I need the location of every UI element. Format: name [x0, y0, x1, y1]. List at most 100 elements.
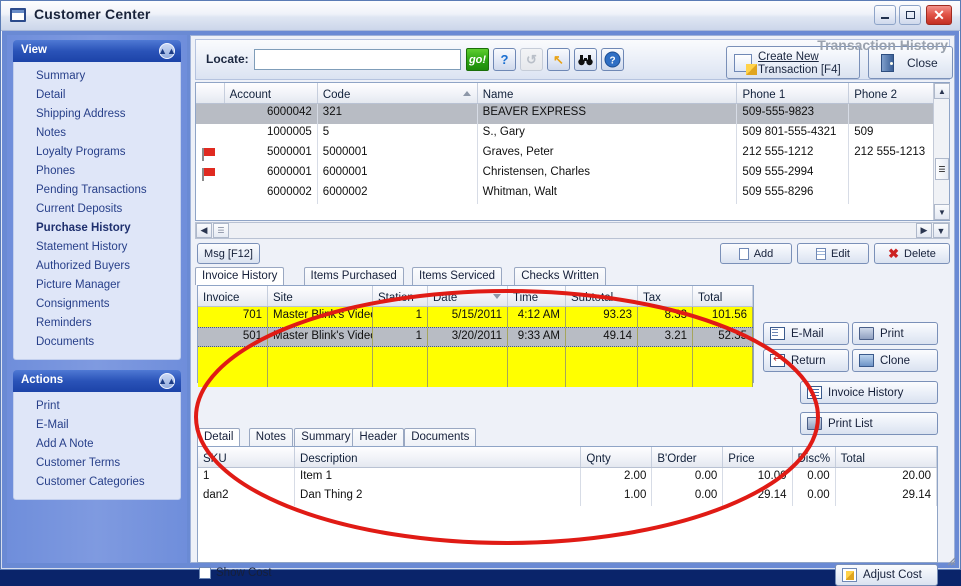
maximize-button[interactable]: [899, 5, 921, 25]
sidebar-item-documents[interactable]: Documents: [14, 333, 180, 352]
minimize-button[interactable]: [874, 5, 896, 25]
msg-button[interactable]: Msg [F12]: [197, 243, 260, 264]
sidebar-item-loyalty-programs[interactable]: Loyalty Programs: [14, 143, 180, 162]
sidebar-item-purchase-history[interactable]: Purchase History: [14, 219, 180, 238]
show-cost-checkbox[interactable]: Show Cost: [199, 567, 272, 579]
column-header-total[interactable]: Total: [693, 286, 753, 306]
column-header-description[interactable]: Description: [295, 447, 582, 467]
add-button[interactable]: Add: [720, 243, 792, 264]
table-row[interactable]: dan2 Dan Thing 2 1.00 0.00 29.14 0.00 29.14: [198, 487, 937, 506]
return-button[interactable]: Return: [763, 349, 849, 372]
column-header-qnty[interactable]: Qnty: [581, 447, 653, 467]
sidebar-item-notes[interactable]: Notes: [14, 124, 180, 143]
tab-invoice-history[interactable]: Invoice History: [195, 267, 285, 285]
close-window-button[interactable]: ✕: [926, 5, 952, 25]
action-item-e-mail[interactable]: E-Mail: [14, 416, 180, 435]
column-header-disc-[interactable]: Disc%: [793, 447, 836, 467]
sidebar-item-statement-history[interactable]: Statement History: [14, 238, 180, 257]
adjust-cost-button[interactable]: Adjust Cost: [835, 564, 938, 586]
refresh-icon-button[interactable]: ↺: [520, 48, 543, 71]
column-header-site[interactable]: Site: [268, 286, 373, 306]
column-header-date[interactable]: Date: [428, 286, 508, 306]
scroll-down-arrow[interactable]: ▼: [934, 204, 950, 220]
tab-items-serviced[interactable]: Items Serviced: [412, 267, 503, 285]
scroll-up-arrow[interactable]: ▲: [934, 83, 950, 99]
column-header-name[interactable]: Name: [478, 83, 738, 103]
tab-items-purchased[interactable]: Items Purchased: [303, 267, 404, 285]
column-header-label: Phone 1: [742, 88, 786, 101]
table-row-empty[interactable]: [198, 347, 753, 367]
sidebar-item-reminders[interactable]: Reminders: [14, 314, 180, 333]
customer-grid[interactable]: Account Code Name Phone 1 Phone 2 6000042 321…: [195, 82, 950, 221]
table-row[interactable]: 6000002 6000002 Whitman, Walt 509 555-8296: [196, 184, 949, 204]
table-row-empty[interactable]: [198, 367, 753, 387]
column-header-total[interactable]: Total: [836, 447, 937, 467]
email-button[interactable]: E-Mail: [763, 322, 849, 345]
scroll-left-arrow[interactable]: ◀: [196, 223, 212, 238]
tab-checks-written[interactable]: Checks Written: [514, 267, 606, 285]
locate-input[interactable]: [254, 49, 461, 70]
sidebar-item-summary[interactable]: Summary: [14, 67, 180, 86]
detail-tab-header[interactable]: Header: [352, 428, 405, 446]
detail-grid[interactable]: SKU Description Qnty B'Order Price Disc% Total…: [197, 446, 938, 563]
column-header-subtotal[interactable]: Subtotal: [566, 286, 638, 306]
table-row[interactable]: 1 Item 1 2.00 0.00 10.00 0.00 20.00: [198, 468, 937, 487]
arrow-icon-button[interactable]: ↖: [547, 48, 570, 71]
column-header-phone-1[interactable]: Phone 1: [737, 83, 850, 103]
detail-tab-detail[interactable]: Detail: [197, 428, 241, 446]
help-icon-button[interactable]: ?: [601, 48, 624, 71]
customer-grid-hscrollbar[interactable]: ◀ ☰ ▶ ▼: [195, 222, 950, 239]
action-item-add-a-note[interactable]: Add A Note: [14, 435, 180, 454]
sidebar-item-phones[interactable]: Phones: [14, 162, 180, 181]
column-header-price[interactable]: Price: [723, 447, 793, 467]
table-row[interactable]: 5000001 5000001 Graves, Peter 212 555-1212 2…: [196, 144, 949, 164]
table-row[interactable]: 6000001 6000001 Christensen, Charles 509 55…: [196, 164, 949, 184]
table-row[interactable]: 701Master Blink's Video M15/15/20114:12 …: [198, 307, 753, 327]
action-item-customer-terms[interactable]: Customer Terms: [14, 454, 180, 473]
sidebar-item-authorized-buyers[interactable]: Authorized Buyers: [14, 257, 180, 276]
edit-button[interactable]: Edit: [797, 243, 869, 264]
detail-tab-summary[interactable]: Summary: [294, 428, 358, 446]
hscroll-thumb[interactable]: ☰: [213, 223, 229, 238]
sidebar-item-detail[interactable]: Detail: [14, 86, 180, 105]
view-panel-header[interactable]: View ▲▲: [13, 40, 181, 62]
actions-panel-header[interactable]: Actions ▲▲: [13, 370, 181, 392]
table-row[interactable]: 501Master Blink's Video M13/20/20119:33 …: [198, 327, 753, 347]
column-header-sku[interactable]: SKU: [198, 447, 296, 467]
table-row[interactable]: 6000042 321 BEAVER EXPRESS 509-555-9823: [196, 104, 949, 124]
column-header-account[interactable]: Account: [225, 83, 318, 103]
column-header-b-order[interactable]: B'Order: [652, 447, 724, 467]
sidebar-item-consignments[interactable]: Consignments: [14, 295, 180, 314]
question-icon-button[interactable]: ?: [493, 48, 516, 71]
scroll-right-arrow[interactable]: ▶: [916, 223, 932, 238]
scroll-thumb[interactable]: ☰: [935, 158, 949, 180]
customer-grid-vscrollbar[interactable]: ▲ ☰ ▼: [933, 83, 950, 220]
go-button[interactable]: go!: [466, 48, 489, 71]
show-cost-box[interactable]: [199, 567, 211, 579]
column-header-invoice[interactable]: Invoice: [198, 286, 268, 306]
column-header-code[interactable]: Code: [318, 83, 478, 103]
chevron-up-icon[interactable]: ▲▲: [158, 43, 176, 59]
resize-grip[interactable]: [944, 554, 956, 566]
action-item-customer-categories[interactable]: Customer Categories: [14, 473, 180, 492]
sidebar-item-current-deposits[interactable]: Current Deposits: [14, 200, 180, 219]
cell-empty: [198, 347, 268, 367]
print-button[interactable]: Print: [852, 322, 938, 345]
detail-tab-notes[interactable]: Notes: [248, 428, 293, 446]
invoice-grid[interactable]: Invoice Site Station Date Time Subtotal Tax Tot…: [197, 285, 754, 387]
table-row[interactable]: 1000005 5 S., Gary 509 801-555-4321 509: [196, 124, 949, 144]
sidebar-item-shipping-address[interactable]: Shipping Address: [14, 105, 180, 124]
column-header-time[interactable]: Time: [508, 286, 566, 306]
action-item-print[interactable]: Print: [14, 397, 180, 416]
binoculars-icon-button[interactable]: [574, 48, 597, 71]
scroll-down-corner-arrow[interactable]: ▼: [933, 223, 949, 238]
column-header-tax[interactable]: Tax: [638, 286, 693, 306]
delete-button[interactable]: ✖ Delete: [874, 243, 950, 264]
sidebar-item-pending-transactions[interactable]: Pending Transactions: [14, 181, 180, 200]
invoice-history-button[interactable]: Invoice History: [800, 381, 938, 404]
chevron-up-icon[interactable]: ▲▲: [158, 373, 176, 389]
clone-button[interactable]: Clone: [852, 349, 938, 372]
sidebar-item-picture-manager[interactable]: Picture Manager: [14, 276, 180, 295]
column-header-station[interactable]: Station: [373, 286, 428, 306]
detail-tab-documents[interactable]: Documents: [404, 428, 477, 446]
